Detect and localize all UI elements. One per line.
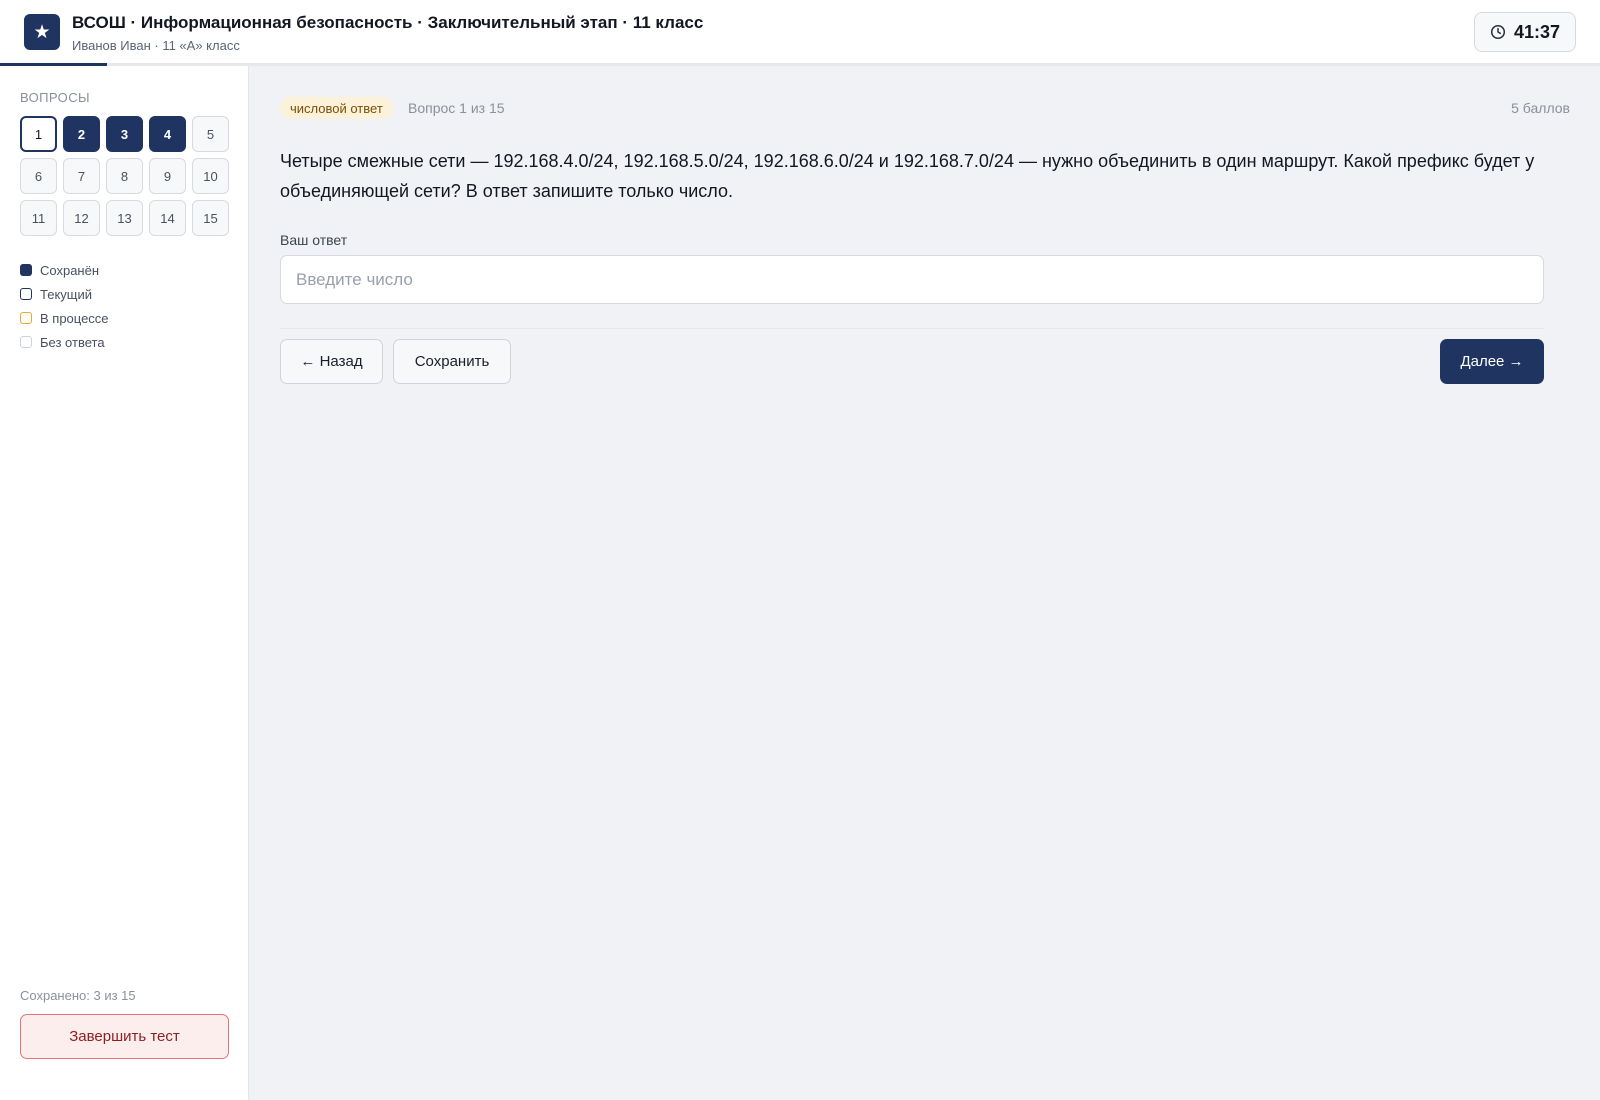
question-grid: 1 2 3 4 5 6 7 8 9 10 11 12 13 14 15 bbox=[20, 116, 229, 236]
question-button[interactable]: 1 bbox=[20, 116, 57, 152]
question-button[interactable]: 14 bbox=[149, 200, 186, 236]
question-counter: Вопрос 1 из 15 bbox=[408, 100, 505, 116]
save-button[interactable]: Сохранить bbox=[393, 339, 511, 384]
question-text: Четыре смежные сети — 192.168.4.0/24, 19… bbox=[280, 151, 1535, 201]
page-title: ВСОШ · Информационная безопасность · Зак… bbox=[72, 13, 704, 32]
legend-label: Без ответа bbox=[40, 334, 105, 350]
legend-item-current: Текущий bbox=[20, 282, 109, 306]
legend-swatch-empty bbox=[20, 336, 32, 348]
question-button[interactable]: 5 bbox=[192, 116, 229, 152]
legend-item-saved: Сохранён bbox=[20, 258, 109, 282]
back-button[interactable]: ← Назад bbox=[280, 339, 383, 384]
saved-count: Сохранено: 3 из 15 bbox=[20, 988, 136, 1003]
student-info: Иванов Иван · 11 «А» класс bbox=[72, 38, 240, 53]
timer-value: 41:37 bbox=[1513, 21, 1561, 42]
legend-item-empty: Без ответа bbox=[20, 330, 109, 354]
question-button[interactable]: 15 bbox=[192, 200, 229, 236]
legend-label: Сохранён bbox=[40, 262, 100, 278]
question-button[interactable]: 11 bbox=[20, 200, 57, 236]
legend-label: В процессе bbox=[40, 310, 109, 326]
question-button[interactable]: 6 bbox=[20, 158, 57, 194]
legend-swatch-current bbox=[20, 288, 32, 300]
divider bbox=[280, 328, 1544, 329]
question-panel: числовой ответ Вопрос 1 из 15 5 баллов Ч… bbox=[250, 66, 1600, 1100]
question-button[interactable]: 12 bbox=[63, 200, 100, 236]
star-icon: ★ bbox=[24, 14, 60, 50]
question-button[interactable]: 8 bbox=[106, 158, 143, 194]
question-button[interactable]: 7 bbox=[63, 158, 100, 194]
legend-swatch-progress bbox=[20, 312, 32, 324]
legend-label: Текущий bbox=[40, 286, 92, 302]
sidebar: ВОПРОСЫ 1 2 3 4 5 6 7 8 9 10 11 12 13 14 15 Сохранён Те… bbox=[0, 66, 249, 1100]
timer: 41:37 bbox=[1474, 12, 1576, 52]
question-button[interactable]: 13 bbox=[106, 200, 143, 236]
next-button[interactable]: Далее → bbox=[1440, 339, 1544, 384]
finish-test-button[interactable]: Завершить тест bbox=[20, 1014, 229, 1059]
questions-heading: ВОПРОСЫ bbox=[20, 90, 90, 105]
question-button[interactable]: 9 bbox=[149, 158, 186, 194]
question-button[interactable]: 2 bbox=[63, 116, 100, 152]
question-button[interactable]: 3 bbox=[106, 116, 143, 152]
question-button[interactable]: 4 bbox=[149, 116, 186, 152]
app-header: ★ ВСОШ · Информационная безопасность · З… bbox=[0, 0, 1600, 64]
status-legend: Сохранён Текущий В процессе Без ответа bbox=[20, 258, 109, 354]
answer-input[interactable] bbox=[280, 255, 1544, 304]
legend-item-progress: В процессе bbox=[20, 306, 109, 330]
question-points: 5 баллов bbox=[1511, 100, 1570, 116]
legend-swatch-saved bbox=[20, 264, 32, 276]
question-button[interactable]: 10 bbox=[192, 158, 229, 194]
question-type-badge: числовой ответ bbox=[280, 97, 393, 119]
clock-icon bbox=[1490, 24, 1506, 40]
answer-label: Ваш ответ bbox=[280, 232, 348, 248]
